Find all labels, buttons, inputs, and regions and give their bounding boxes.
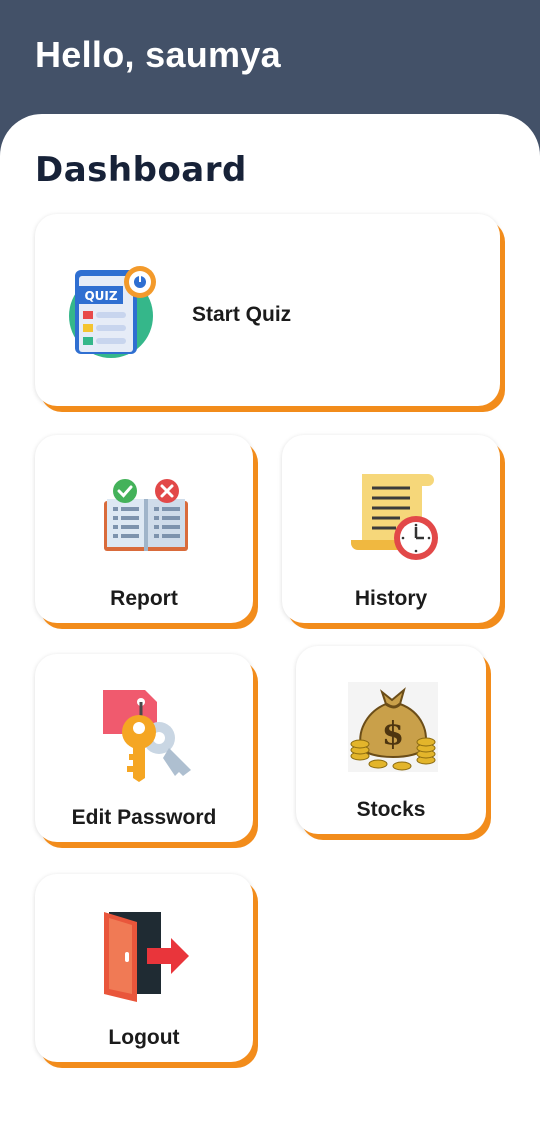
logout-card[interactable]: Logout [35,874,253,1062]
key-tag-icon [103,690,191,782]
logout-label: Logout [108,1026,180,1049]
stocks-card[interactable]: $ Stocks [296,646,486,834]
greeting-text: Hello, saumya [35,34,282,75]
history-label: History [354,587,428,610]
edit-password-label: Edit Password [71,806,217,829]
exit-door-icon [104,912,189,1002]
history-card[interactable]: History [282,435,500,623]
start-quiz-card[interactable]: QUIZ Start Quiz [35,214,500,406]
report-card[interactable]: Report [35,435,253,623]
report-book-icon [104,479,188,551]
quiz-icon-text: QUIZ [84,289,117,303]
money-bag-icon: $ [348,682,438,772]
quiz-icon: QUIZ [69,266,156,358]
history-scroll-clock-icon [351,474,438,560]
edit-password-card[interactable]: Edit Password [35,654,253,842]
report-label: Report [110,587,178,610]
start-quiz-label: Start Quiz [192,303,292,326]
page-title: Dashboard [35,150,247,190]
money-bag-symbol: $ [382,714,404,752]
stocks-label: Stocks [356,798,426,821]
